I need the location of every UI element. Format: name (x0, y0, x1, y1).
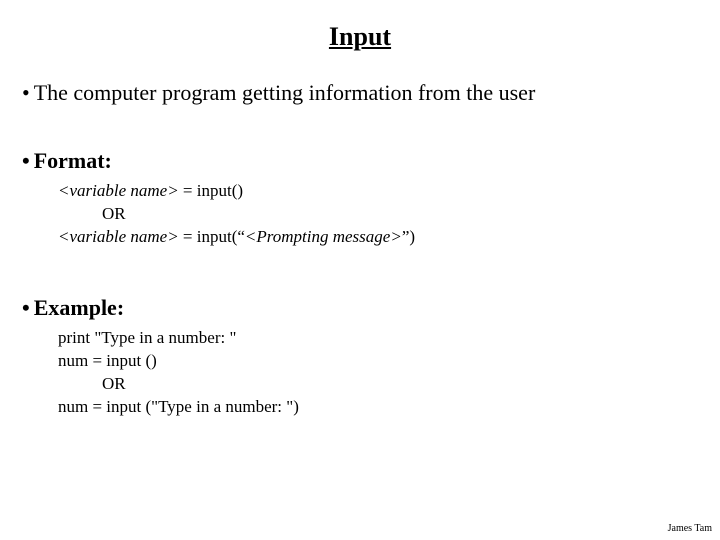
example-line-1: print "Type in a number: " (58, 327, 698, 350)
format-line-1: <variable name> = input() (58, 180, 698, 203)
bullet-icon: • (22, 148, 30, 173)
format-post2: ”) (402, 227, 415, 246)
slide: Input •The computer program getting info… (0, 0, 720, 540)
bullet-description-text: The computer program getting information… (34, 80, 536, 105)
format-mid2: = input(“ (179, 227, 245, 246)
format-prompt: <Prompting message> (245, 227, 402, 246)
example-or: OR (102, 373, 698, 396)
format-var1: <variable name> (58, 181, 179, 200)
example-line-2: num = input () (58, 350, 698, 373)
bullet-description: •The computer program getting informatio… (22, 80, 698, 106)
bullet-icon: • (22, 295, 30, 320)
slide-body: •The computer program getting informatio… (0, 52, 720, 419)
format-var2: <variable name> (58, 227, 179, 246)
bullet-icon: • (22, 80, 30, 105)
example-line-3: num = input ("Type in a number: ") (58, 396, 698, 419)
footer-author: James Tam (668, 523, 712, 534)
slide-title: Input (0, 0, 720, 52)
bullet-example-label: Example: (34, 295, 124, 320)
format-line-2: <variable name> = input(“<Prompting mess… (58, 226, 698, 249)
bullet-example: •Example: (22, 295, 698, 321)
bullet-format: •Format: (22, 148, 698, 174)
bullet-format-label: Format: (34, 148, 112, 173)
format-eq1: = input() (179, 181, 243, 200)
format-or: OR (102, 203, 698, 226)
